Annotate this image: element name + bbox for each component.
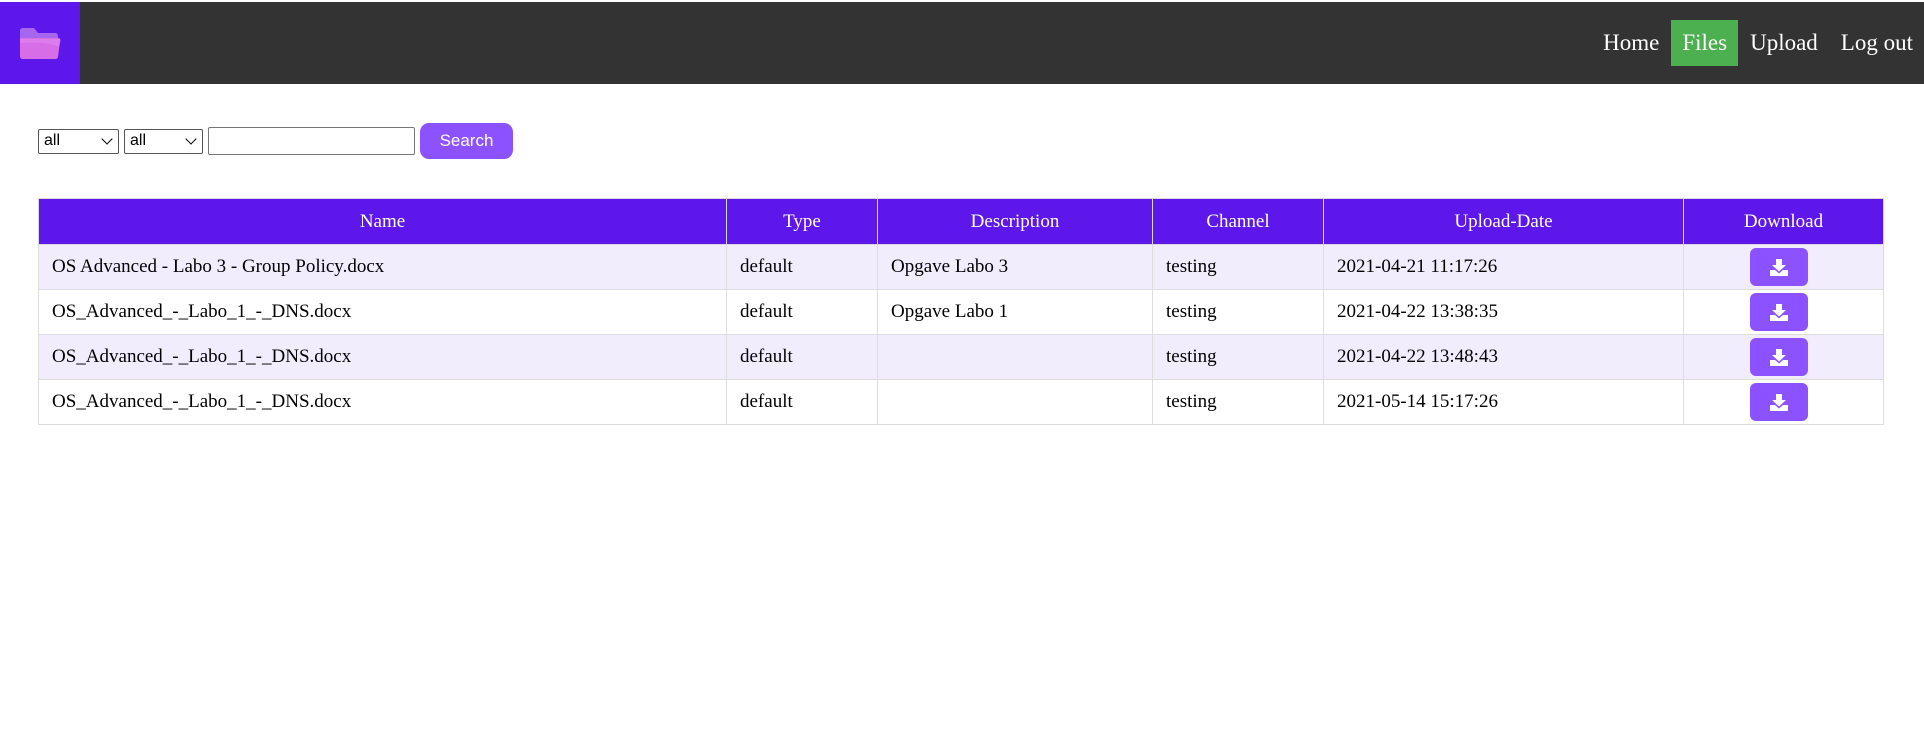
files-table: Name Type Description Channel Upload-Dat… xyxy=(38,198,1884,425)
file-type-cell: default xyxy=(726,244,878,290)
column-header-description[interactable]: Description xyxy=(877,198,1153,245)
download-cell xyxy=(1683,289,1884,335)
nav-home-link[interactable]: Home xyxy=(1592,20,1670,66)
top-navbar: Home Files Upload Log out xyxy=(0,2,1924,84)
file-channel-cell: testing xyxy=(1152,289,1324,335)
download-icon xyxy=(1769,393,1788,411)
nav-upload-link[interactable]: Upload xyxy=(1739,20,1829,66)
file-name-cell: OS Advanced - Labo 3 - Group Policy.docx xyxy=(38,244,727,290)
chevron-down-icon xyxy=(101,133,113,145)
file-type-cell: default xyxy=(726,334,878,380)
file-type-cell: default xyxy=(726,289,878,335)
search-input[interactable] xyxy=(208,127,415,155)
table-row: OS_Advanced_-_Labo_1_-_DNS.docx default … xyxy=(38,334,1884,380)
file-description-cell xyxy=(877,379,1153,425)
download-button[interactable] xyxy=(1749,293,1808,331)
column-header-channel[interactable]: Channel xyxy=(1152,198,1324,245)
table-row: OS Advanced - Labo 3 - Group Policy.docx… xyxy=(38,244,1884,290)
app-logo[interactable] xyxy=(0,2,80,84)
search-bar: all all Search xyxy=(38,123,513,159)
nav-files-link[interactable]: Files xyxy=(1671,20,1739,66)
type-filter-select[interactable]: all xyxy=(38,128,119,154)
file-name-cell: OS_Advanced_-_Labo_1_-_DNS.docx xyxy=(38,334,727,380)
file-upload-date-cell: 2021-04-22 13:48:43 xyxy=(1323,334,1684,380)
file-channel-cell: testing xyxy=(1152,334,1324,380)
file-upload-date-cell: 2021-05-14 15:17:26 xyxy=(1323,379,1684,425)
download-cell xyxy=(1683,244,1884,290)
file-description-cell: Opgave Labo 3 xyxy=(877,244,1153,290)
table-header-row: Name Type Description Channel Upload-Dat… xyxy=(38,198,1884,245)
download-button[interactable] xyxy=(1749,383,1808,421)
chevron-down-icon xyxy=(185,133,197,145)
file-channel-cell: testing xyxy=(1152,244,1324,290)
nav-logout-link[interactable]: Log out xyxy=(1830,20,1924,66)
file-type-cell: default xyxy=(726,379,878,425)
table-row: OS_Advanced_-_Labo_1_-_DNS.docx default … xyxy=(38,289,1884,335)
download-icon xyxy=(1769,303,1788,321)
nav-links: Home Files Upload Log out xyxy=(1591,2,1924,84)
channel-filter-value: all xyxy=(130,132,147,149)
download-cell xyxy=(1683,379,1884,425)
download-icon xyxy=(1769,258,1788,276)
table-row: OS_Advanced_-_Labo_1_-_DNS.docx default … xyxy=(38,379,1884,425)
file-name-cell: OS_Advanced_-_Labo_1_-_DNS.docx xyxy=(38,379,727,425)
column-header-download[interactable]: Download xyxy=(1683,198,1884,245)
file-upload-date-cell: 2021-04-22 13:38:35 xyxy=(1323,289,1684,335)
file-channel-cell: testing xyxy=(1152,379,1324,425)
column-header-type[interactable]: Type xyxy=(726,198,878,245)
download-button[interactable] xyxy=(1749,248,1808,286)
search-button[interactable]: Search xyxy=(420,123,513,159)
download-icon xyxy=(1769,348,1788,366)
file-upload-date-cell: 2021-04-21 11:17:26 xyxy=(1323,244,1684,290)
type-filter-value: all xyxy=(44,132,61,149)
column-header-name[interactable]: Name xyxy=(38,198,727,245)
download-cell xyxy=(1683,334,1884,380)
channel-filter-select[interactable]: all xyxy=(124,128,203,154)
folder-icon xyxy=(20,28,61,59)
file-name-cell: OS_Advanced_-_Labo_1_-_DNS.docx xyxy=(38,289,727,335)
column-header-upload-date[interactable]: Upload-Date xyxy=(1323,198,1684,245)
file-description-cell: Opgave Labo 1 xyxy=(877,289,1153,335)
file-description-cell xyxy=(877,334,1153,380)
download-button[interactable] xyxy=(1749,338,1808,376)
